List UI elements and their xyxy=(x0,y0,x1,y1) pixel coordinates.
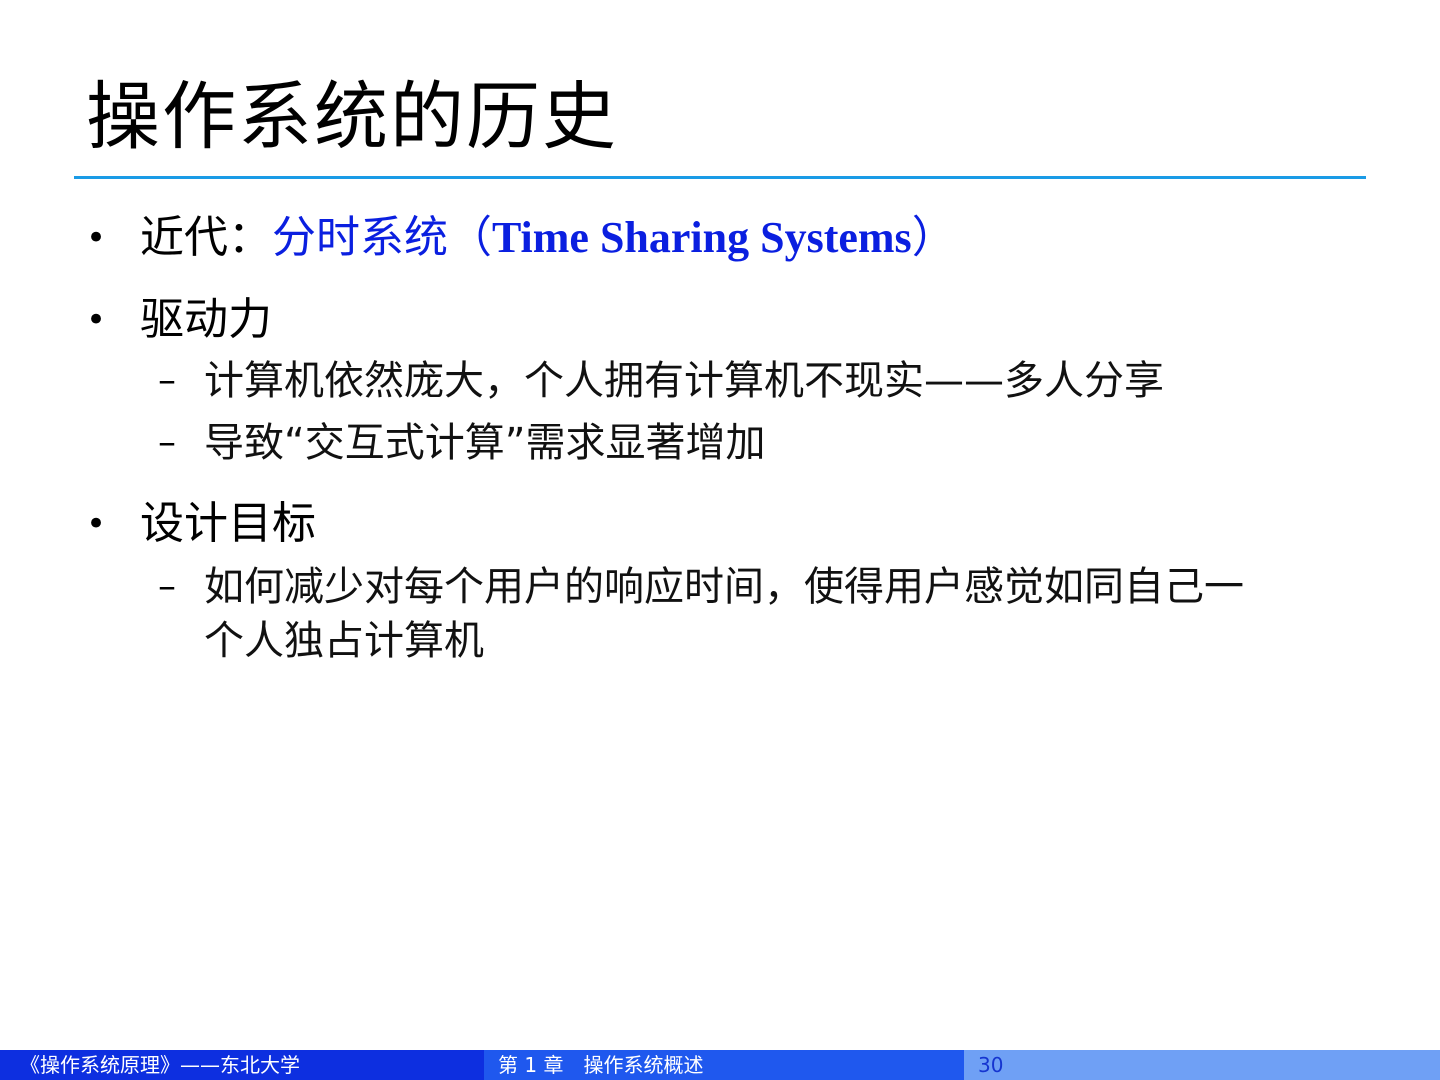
slide-footer: 《操作系统原理》——东北大学 第 1 章 操作系统概述 30 xyxy=(0,1050,1440,1080)
time-sharing-close: ） xyxy=(911,212,956,263)
slide-title: 操作系统的历史 xyxy=(86,74,618,160)
bullet-label: 近代： xyxy=(140,212,272,263)
footer-page-number: 30 xyxy=(964,1050,1440,1080)
bullet-driving-force: 驱动力 xyxy=(140,294,272,345)
subitem-response-time-line1: 如何减少对每个用户的响应时间，使得用户感觉如同自己一 xyxy=(204,564,1244,610)
footer-chapter: 第 1 章 操作系统概述 xyxy=(484,1050,964,1080)
title-divider xyxy=(74,176,1366,179)
dash-marker: – xyxy=(158,360,176,401)
bullet-design-goal: 设计目标 xyxy=(140,498,316,549)
bullet-marker: • xyxy=(86,300,107,340)
footer-course: 《操作系统原理》——东北大学 xyxy=(0,1050,484,1080)
time-sharing-cn: 分时系统（ xyxy=(272,212,492,263)
bullet-modern-era: 近代：分时系统（Time Sharing Systems） xyxy=(140,210,956,266)
dash-marker: – xyxy=(158,566,176,607)
subitem-interactive-demand: 导致“交互式计算”需求显著增加 xyxy=(204,420,766,466)
subitem-large-computers: 计算机依然庞大，个人拥有计算机不现实——多人分享 xyxy=(204,358,1164,404)
dash-marker: – xyxy=(158,422,176,463)
subitem-response-time-line2: 个人独占计算机 xyxy=(204,618,484,664)
bullet-marker: • xyxy=(86,504,107,544)
bullet-marker: • xyxy=(86,218,107,258)
time-sharing-en: Time Sharing Systems xyxy=(492,213,912,262)
